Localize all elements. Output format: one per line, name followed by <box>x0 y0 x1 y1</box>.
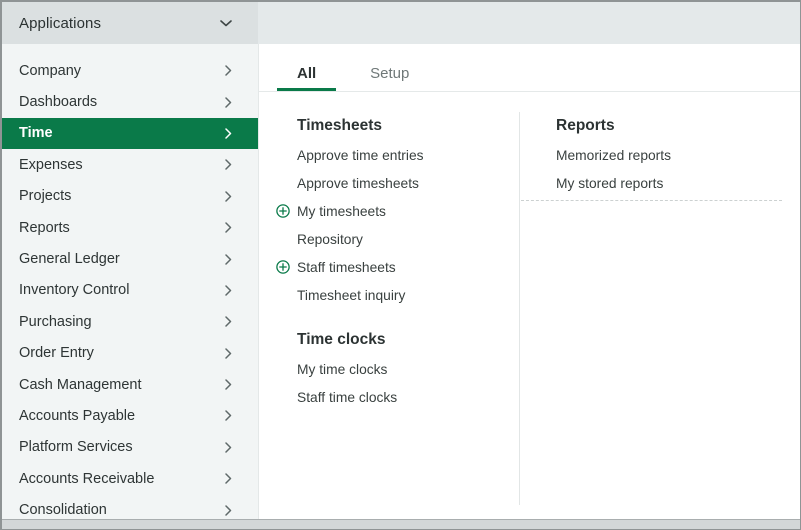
menu-group-title: Time clocks <box>297 331 519 348</box>
sidebar-item-company[interactable]: Company <box>2 55 258 86</box>
sidebar-item-accounts-payable[interactable]: Accounts Payable <box>2 400 258 431</box>
menu-link-staff-time-clocks[interactable]: Staff time clocks <box>297 383 519 411</box>
menu-link-repository[interactable]: Repository <box>297 225 519 253</box>
sidebar-item-label: Dashboards <box>19 94 97 110</box>
sidebar-item-label: Consolidation <box>19 502 107 518</box>
menu-link-approve-timesheets[interactable]: Approve timesheets <box>297 169 519 197</box>
horizontal-scrollbar-track[interactable] <box>2 519 800 529</box>
chevron-right-icon <box>225 128 232 139</box>
sidebar-item-label: Projects <box>19 188 71 204</box>
menu-column-1: TimesheetsApprove time entriesApprove ti… <box>259 92 519 519</box>
sidebar-item-label: Reports <box>19 220 70 236</box>
menu-link-label: My timesheets <box>297 204 386 219</box>
chevron-right-icon <box>225 410 232 421</box>
sidebar-item-purchasing[interactable]: Purchasing <box>2 306 258 337</box>
menu-link-my-timesheets[interactable]: My timesheets <box>297 197 519 225</box>
menu-link-label: My time clocks <box>297 362 387 377</box>
menu-tabbar: All Setup <box>259 44 800 92</box>
header-spacer <box>258 2 800 44</box>
menu-group-reports: Reports Memorized reports My stored report… <box>556 117 800 197</box>
sidebar-item-label: Order Entry <box>19 345 94 361</box>
sidebar-item-dashboards[interactable]: Dashboards <box>2 86 258 117</box>
sidebar-item-label: Expenses <box>19 157 83 173</box>
sidebar-item-reports[interactable]: Reports <box>2 212 258 243</box>
chevron-right-icon <box>225 379 232 390</box>
sidebar-item-label: Time <box>19 125 53 141</box>
menu-link-label: Approve timesheets <box>297 176 419 191</box>
sidebar-item-platform-services[interactable]: Platform Services <box>2 432 258 463</box>
sidebar-item-label: Platform Services <box>19 439 133 455</box>
sidebar-item-label: Company <box>19 63 81 79</box>
sidebar-item-time[interactable]: Time <box>2 118 258 149</box>
sidebar-item-label: Accounts Payable <box>19 408 135 424</box>
applications-menu-title: Applications <box>19 15 101 32</box>
tab-all[interactable]: All <box>277 55 336 91</box>
menu-link-label: Staff time clocks <box>297 390 397 405</box>
menu-link-label: Approve time entries <box>297 148 424 163</box>
dotted-separator <box>521 200 782 201</box>
chevron-right-icon <box>225 159 232 170</box>
menu-column-2: Reports Memorized reports My stored report… <box>520 92 800 519</box>
sidebar-item-label: Accounts Receivable <box>19 471 154 487</box>
menu-link-label: Staff timesheets <box>297 260 396 275</box>
menu-link-label: Repository <box>297 232 363 247</box>
menu-group-title: Reports <box>556 117 800 134</box>
sidebar-item-label: Inventory Control <box>19 282 129 298</box>
sidebar-item-expenses[interactable]: Expenses <box>2 149 258 180</box>
sidebar-item-consolidation[interactable]: Consolidation <box>2 494 258 519</box>
applications-menu-toggle[interactable]: Applications <box>2 2 258 44</box>
chevron-right-icon <box>225 222 232 233</box>
chevron-right-icon <box>225 505 232 516</box>
menu-link-memorized-reports[interactable]: Memorized reports <box>556 141 800 169</box>
menu-columns: TimesheetsApprove time entriesApprove ti… <box>259 92 800 519</box>
menu-list: My time clocks Staff time clocks <box>297 355 519 411</box>
time-menu-panel: AllSetup TimesheetsApprove time entriesA… <box>258 44 800 519</box>
top-header: Applications <box>2 2 800 44</box>
chevron-down-icon <box>220 20 232 27</box>
menu-link-approve-time-entries[interactable]: Approve time entries <box>297 141 519 169</box>
applications-sidebar: Company Dashboards Time Expenses Projects Rep… <box>2 44 258 519</box>
menu-link-staff-timesheets[interactable]: Staff timesheets <box>297 253 519 281</box>
menu-group-title: Timesheets <box>297 117 519 134</box>
tab-setup[interactable]: Setup <box>350 55 429 91</box>
menu-list: Memorized reports My stored reports <box>556 141 800 197</box>
applications-menu-window: Applications Company Dashboards Time Expens… <box>0 0 801 530</box>
plus-circle-icon[interactable] <box>276 204 290 218</box>
menu-link-timesheet-inquiry[interactable]: Timesheet inquiry <box>297 281 519 309</box>
sidebar-item-projects[interactable]: Projects <box>2 181 258 212</box>
chevron-right-icon <box>225 97 232 108</box>
chevron-right-icon <box>225 254 232 265</box>
sidebar-item-inventory-control[interactable]: Inventory Control <box>2 275 258 306</box>
menu-group-timesheets: TimesheetsApprove time entriesApprove ti… <box>297 117 519 309</box>
sidebar-item-label: General Ledger <box>19 251 120 267</box>
menu-link-my-time-clocks[interactable]: My time clocks <box>297 355 519 383</box>
plus-circle-icon[interactable] <box>276 260 290 274</box>
sidebar-item-label: Purchasing <box>19 314 92 330</box>
chevron-right-icon <box>225 65 232 76</box>
chevron-right-icon <box>225 473 232 484</box>
sidebar-item-order-entry[interactable]: Order Entry <box>2 338 258 369</box>
sidebar-item-accounts-receivable[interactable]: Accounts Receivable <box>2 463 258 494</box>
menu-link-label: Timesheet inquiry <box>297 288 405 303</box>
chevron-right-icon <box>225 348 232 359</box>
menu-link-label: My stored reports <box>556 176 663 191</box>
menu-link-my-stored-reports[interactable]: My stored reports <box>556 169 800 197</box>
menu-list: Approve time entries Approve timesheets My… <box>297 141 519 309</box>
chevron-right-icon <box>225 442 232 453</box>
chevron-right-icon <box>225 316 232 327</box>
menu-group-time-clocks: Time clocks My time clocks Staff time cloc… <box>297 331 519 411</box>
sidebar-item-cash-management[interactable]: Cash Management <box>2 369 258 400</box>
menu-link-label: Memorized reports <box>556 148 671 163</box>
sidebar-item-label: Cash Management <box>19 377 142 393</box>
chevron-right-icon <box>225 285 232 296</box>
chevron-right-icon <box>225 191 232 202</box>
sidebar-item-general-ledger[interactable]: General Ledger <box>2 243 258 274</box>
